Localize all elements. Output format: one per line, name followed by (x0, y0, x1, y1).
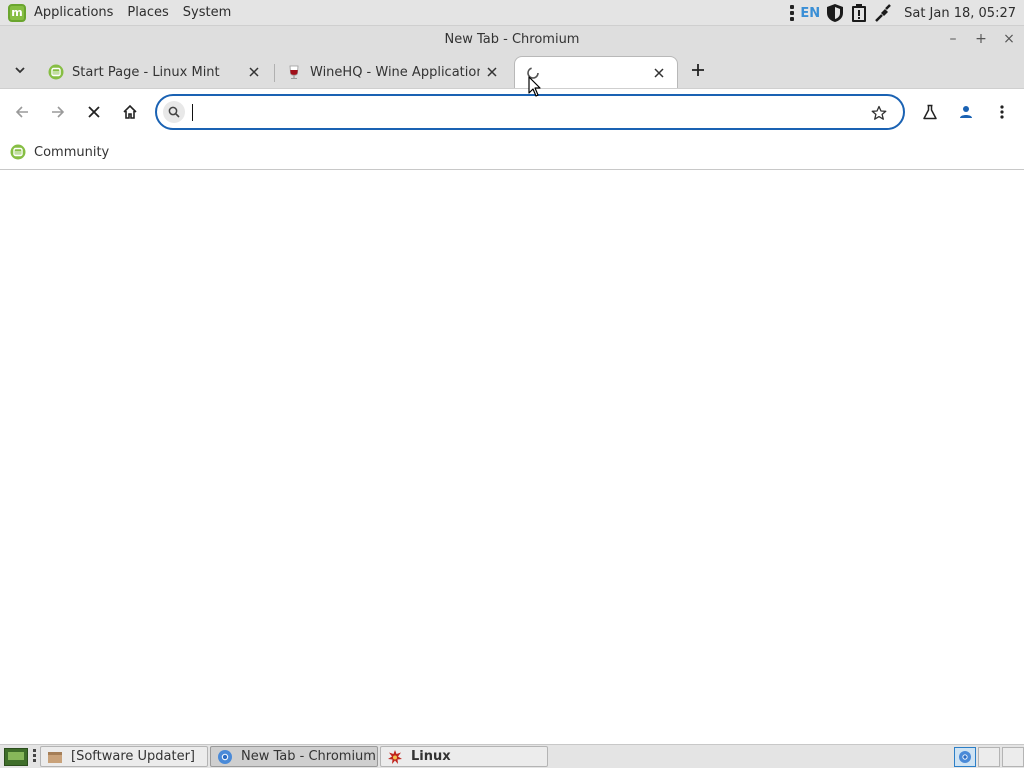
browser-toolbar (0, 88, 1024, 134)
task-chromium[interactable]: New Tab - Chromium (210, 746, 378, 767)
maximize-button[interactable]: + (974, 31, 988, 47)
clock[interactable]: Sat Jan 18, 05:27 (904, 6, 1016, 21)
software-updater-icon (47, 749, 63, 765)
linux-mint-icon (10, 144, 26, 160)
places-menu[interactable]: Places (127, 5, 168, 20)
tray-handle (790, 5, 795, 21)
chromium-icon (959, 751, 971, 763)
linux-mint-icon (48, 64, 64, 80)
system-tray: EN Sat Jan 18, 05:27 (790, 0, 1024, 26)
text-caret (192, 104, 193, 121)
wine-icon (387, 749, 403, 765)
plus-icon (692, 64, 704, 76)
person-icon (960, 106, 972, 118)
linux-mint-menu-icon[interactable]: m (8, 3, 26, 22)
stop-loading-button[interactable] (82, 100, 106, 124)
bookmark-label: Community (34, 144, 110, 160)
labs-button[interactable] (918, 100, 942, 124)
tab-strip: Start Page - Linux Mint WineHQ - Wine Ap… (0, 52, 1024, 88)
applications-menu[interactable]: Applications (34, 5, 113, 20)
back-button[interactable] (10, 100, 34, 124)
close-icon[interactable] (246, 64, 262, 80)
close-icon[interactable] (651, 65, 667, 81)
close-icon (88, 106, 100, 118)
system-menu[interactable]: System (183, 5, 231, 20)
forward-button[interactable] (46, 100, 70, 124)
task-label: [Software Updater] (71, 749, 196, 764)
window-titlebar[interactable]: New Tab - Chromium – + × (0, 26, 1024, 52)
new-tab-button[interactable] (686, 58, 710, 82)
tab-start-page[interactable]: Start Page - Linux Mint (38, 56, 272, 88)
page-content[interactable] (0, 170, 1024, 744)
loading-icon (525, 65, 541, 81)
bookmarks-bar: Community (0, 134, 1024, 170)
tab-new-tab[interactable] (514, 56, 678, 88)
window-title: New Tab - Chromium (444, 31, 580, 47)
close-icon[interactable] (484, 64, 500, 80)
workspace-3[interactable] (1002, 747, 1024, 767)
top-panel: m Applications Places System EN Sat Jan … (0, 0, 1024, 26)
menu-button[interactable] (990, 100, 1014, 124)
tab-separator (274, 64, 275, 82)
arrow-left-icon (15, 106, 28, 118)
tab-winehq[interactable]: WineHQ - Wine Application D (276, 56, 510, 88)
tab-search-button[interactable] (10, 60, 30, 80)
shield-icon[interactable] (824, 2, 846, 24)
update-manager-icon[interactable] (848, 2, 870, 24)
taskbar-handle (33, 749, 37, 762)
chevron-down-icon (15, 67, 25, 74)
profile-button[interactable] (954, 100, 978, 124)
more-vertical-icon (1000, 105, 1004, 119)
tab-title: WineHQ - Wine Application D (310, 64, 480, 80)
workspace-1[interactable] (954, 747, 976, 767)
home-button[interactable] (118, 100, 142, 124)
keyboard-layout-indicator[interactable]: EN (800, 6, 820, 21)
task-linux[interactable]: Linux (380, 746, 548, 767)
wine-glass-icon (286, 64, 302, 80)
bookmark-community[interactable]: Community (10, 140, 109, 164)
taskbar: [Software Updater] New Tab - Chromium Li… (0, 744, 1024, 768)
tab-title: Start Page - Linux Mint (72, 64, 220, 80)
arrow-right-icon (52, 106, 65, 118)
flask-icon (923, 104, 937, 120)
address-bar[interactable] (155, 94, 905, 130)
show-desktop-button[interactable] (4, 748, 28, 766)
workspace-switcher (952, 746, 1024, 768)
minimize-button[interactable]: – (946, 31, 960, 47)
task-label: Linux (411, 749, 451, 764)
network-icon[interactable] (872, 2, 894, 24)
address-input[interactable] (191, 100, 851, 124)
window-controls: – + × (946, 26, 1016, 52)
task-software-updater[interactable]: [Software Updater] (40, 746, 208, 767)
search-icon (163, 101, 185, 123)
close-window-button[interactable]: × (1002, 31, 1016, 47)
bookmark-star-icon[interactable] (869, 103, 889, 123)
chromium-icon (217, 749, 233, 765)
task-label: New Tab - Chromium (241, 749, 376, 764)
workspace-2[interactable] (978, 747, 1000, 767)
home-icon (123, 104, 137, 119)
